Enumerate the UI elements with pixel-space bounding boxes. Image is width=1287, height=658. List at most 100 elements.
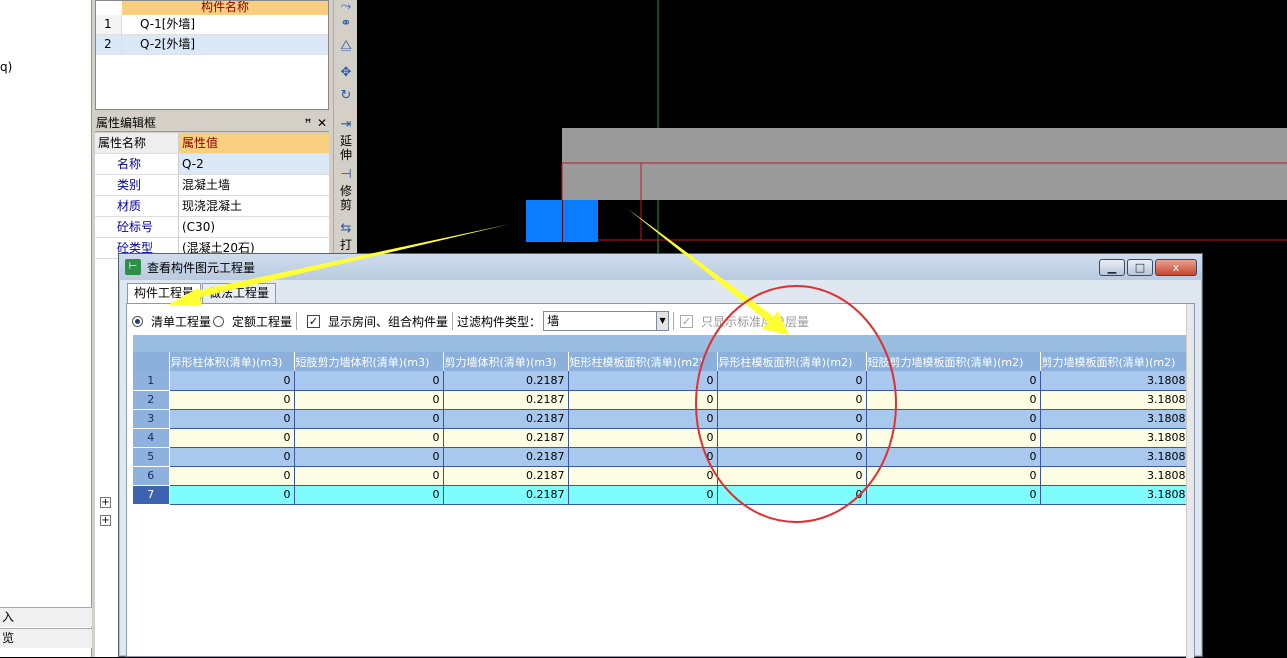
column-header[interactable]: 异形柱体积(清单)(m3) bbox=[169, 352, 295, 371]
rotate-icon[interactable]: ↻ bbox=[337, 89, 355, 103]
column-header[interactable]: 短肢剪力墙模板面积(清单)(m2) bbox=[866, 352, 1041, 371]
bill-quantity-radio[interactable] bbox=[132, 315, 143, 327]
column-header[interactable]: 矩形柱模板面积(清单)(m2) bbox=[568, 352, 718, 371]
table-cell[interactable]: 0.2187 bbox=[443, 371, 569, 391]
table-row[interactable]: 6 0 0 0.2187 0 0 0 3.1808 bbox=[133, 466, 1190, 486]
table-cell[interactable]: 0 bbox=[866, 428, 1041, 448]
trim-label-2[interactable]: 剪 bbox=[337, 198, 355, 212]
table-cell[interactable]: 0 bbox=[169, 428, 295, 448]
table-cell[interactable]: 0.2187 bbox=[443, 466, 569, 486]
extend-label-2[interactable]: 伸 bbox=[337, 148, 355, 162]
table-cell[interactable]: 0.2187 bbox=[443, 409, 569, 429]
table-cell[interactable]: 3.1808 bbox=[1040, 371, 1190, 391]
nav-item-input[interactable]: 入 bbox=[0, 607, 92, 627]
expand-plus-icon[interactable]: + bbox=[100, 515, 111, 526]
table-cell[interactable]: 0.2187 bbox=[443, 428, 569, 448]
table-cell[interactable]: 0 bbox=[294, 485, 444, 505]
maximize-button[interactable]: □ bbox=[1127, 258, 1153, 276]
extend-icon[interactable]: ⇥ bbox=[337, 118, 355, 132]
column-header[interactable]: 短肢剪力墙体积(清单)(m3) bbox=[294, 352, 444, 371]
close-button[interactable]: x bbox=[1155, 258, 1197, 276]
quota-quantity-label[interactable]: 定额工程量 bbox=[232, 313, 292, 330]
only-standard-floor-checkbox[interactable]: ✓ bbox=[680, 314, 694, 328]
table-row[interactable]: 2 0 0 0.2187 0 0 0 3.1808 bbox=[133, 390, 1190, 410]
table-cell[interactable]: 0 bbox=[169, 485, 295, 505]
row-number[interactable]: 6 bbox=[133, 466, 170, 486]
bill-quantity-label[interactable]: 清单工程量 bbox=[151, 313, 211, 330]
table-cell[interactable]: 0 bbox=[568, 466, 718, 486]
table-row[interactable]: 5 0 0 0.2187 0 0 0 3.1808 bbox=[133, 447, 1190, 467]
table-cell[interactable]: 3.1808 bbox=[1040, 485, 1190, 505]
pin-icon[interactable]: ꟸ bbox=[301, 115, 315, 131]
component-row[interactable]: 1 Q-1[外墙] bbox=[96, 15, 328, 35]
column-header[interactable]: 剪力墙体积(清单)(m3) bbox=[443, 352, 569, 371]
table-cell[interactable]: 0 bbox=[169, 447, 295, 467]
extend-label-1[interactable]: 延 bbox=[337, 134, 355, 148]
row-number[interactable]: 3 bbox=[133, 409, 170, 429]
component-row-selected[interactable]: 2 Q-2[外墙] bbox=[96, 35, 328, 55]
table-cell[interactable]: 0 bbox=[717, 428, 867, 448]
table-cell[interactable]: 0 bbox=[294, 371, 444, 391]
nav-item-browse[interactable]: 览 bbox=[0, 628, 92, 648]
table-cell[interactable]: 0 bbox=[294, 466, 444, 486]
property-value[interactable]: (C30) bbox=[179, 217, 329, 237]
expand-plus-icon[interactable]: + bbox=[100, 497, 111, 508]
table-cell[interactable]: 0 bbox=[169, 409, 295, 429]
vertical-scrollbar[interactable] bbox=[1186, 304, 1194, 658]
dialog-title-bar[interactable]: ⊢ 查看构件图元工程量 ▁ □ x bbox=[119, 254, 1202, 280]
quota-quantity-radio[interactable] bbox=[213, 315, 225, 327]
table-cell[interactable]: 3.1808 bbox=[1040, 447, 1190, 467]
property-row[interactable]: 砼标号 (C30) bbox=[95, 217, 329, 238]
table-cell[interactable]: 0 bbox=[866, 371, 1041, 391]
table-cell[interactable]: 0 bbox=[866, 466, 1041, 486]
table-cell[interactable]: 3.1808 bbox=[1040, 390, 1190, 410]
table-cell[interactable]: 0 bbox=[866, 485, 1041, 505]
mirror-icon[interactable]: ⧋ bbox=[337, 39, 355, 53]
break-label[interactable]: 打 bbox=[337, 238, 355, 252]
trim-label-1[interactable]: 修 bbox=[337, 184, 355, 198]
table-cell[interactable]: 0.2187 bbox=[443, 390, 569, 410]
table-cell[interactable]: 0 bbox=[169, 390, 295, 410]
table-cell[interactable]: 0.2187 bbox=[443, 447, 569, 467]
table-cell[interactable]: 0 bbox=[866, 390, 1041, 410]
property-value[interactable]: 现浇混凝土 bbox=[179, 196, 329, 216]
tab-component-quantity[interactable]: 构件工程量 bbox=[127, 283, 202, 304]
property-value[interactable]: 混凝土墙 bbox=[179, 175, 329, 195]
minimize-button[interactable]: ▁ bbox=[1099, 258, 1125, 276]
property-row[interactable]: 名称 Q-2 bbox=[95, 154, 329, 175]
table-cell[interactable]: 0 bbox=[568, 447, 718, 467]
table-cell[interactable]: 0 bbox=[568, 428, 718, 448]
tool-icon[interactable]: ⤳ bbox=[337, 0, 355, 14]
table-cell[interactable]: 0 bbox=[294, 409, 444, 429]
table-cell[interactable]: 0 bbox=[294, 390, 444, 410]
table-cell[interactable]: 3.1808 bbox=[1040, 409, 1190, 429]
move-icon[interactable]: ✥ bbox=[337, 66, 355, 80]
table-cell[interactable]: 0 bbox=[169, 371, 295, 391]
table-cell[interactable]: 0 bbox=[717, 485, 867, 505]
table-cell[interactable]: 0 bbox=[568, 390, 718, 410]
table-row[interactable]: 7 0 0 0.2187 0 0 0 3.1808 bbox=[133, 485, 1190, 505]
row-number[interactable]: 2 bbox=[133, 390, 170, 410]
trim-icon[interactable]: ⊣ bbox=[337, 168, 355, 182]
table-row[interactable]: 3 0 0 0.2187 0 0 0 3.1808 bbox=[133, 409, 1190, 429]
table-cell[interactable]: 0 bbox=[717, 466, 867, 486]
table-row[interactable]: 1 0 0 0.2187 0 0 0 3.1808 bbox=[133, 371, 1190, 391]
table-cell[interactable]: 0 bbox=[568, 409, 718, 429]
table-cell[interactable]: 0 bbox=[717, 371, 867, 391]
copy-icon[interactable]: ⚭ bbox=[337, 17, 355, 31]
show-rooms-checkbox[interactable]: ✓ bbox=[307, 314, 321, 328]
component-name[interactable]: Q-2[外墙] bbox=[122, 35, 328, 54]
table-cell[interactable]: 0 bbox=[169, 466, 295, 486]
table-cell[interactable]: 0 bbox=[866, 447, 1041, 467]
column-header[interactable]: 异形柱模板面积(清单)(m2) bbox=[717, 352, 867, 371]
table-cell[interactable]: 3.1808 bbox=[1040, 428, 1190, 448]
row-number[interactable]: 1 bbox=[133, 371, 170, 391]
show-rooms-label[interactable]: 显示房间、组合构件量 bbox=[328, 313, 448, 330]
property-value[interactable]: Q-2 bbox=[179, 154, 329, 174]
close-icon[interactable]: ✕ bbox=[315, 115, 329, 131]
property-row[interactable]: 类别 混凝土墙 bbox=[95, 175, 329, 196]
table-cell[interactable]: 0 bbox=[568, 485, 718, 505]
component-name[interactable]: Q-1[外墙] bbox=[122, 15, 328, 34]
chevron-down-icon[interactable]: ▼ bbox=[656, 312, 669, 330]
component-type-select[interactable]: 墙 ▼ bbox=[543, 311, 670, 331]
